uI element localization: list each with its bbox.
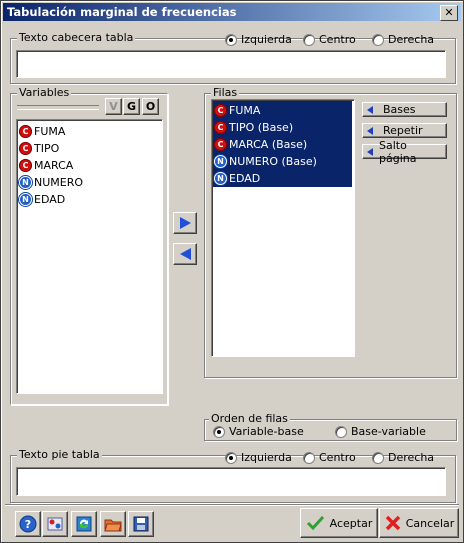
variables-filter-bar (17, 105, 99, 110)
checkmark-icon (306, 515, 324, 531)
arrow-left-icon (179, 248, 191, 260)
window-title: Tabulación marginal de frecuencias (7, 5, 237, 19)
row-order-label: Orden de filas (209, 412, 290, 425)
numeric-icon: N (214, 172, 227, 185)
categorical-icon: C (19, 159, 32, 172)
cross-icon (385, 515, 400, 531)
categorical-icon: C (214, 104, 227, 117)
rows-list[interactable]: C FUMA C TIPO (Base) C MARCA (Base) N NUMERO… (211, 99, 355, 357)
header-text-label: Texto cabecera tabla (17, 31, 136, 44)
save-button[interactable] (128, 511, 154, 537)
arrow-left-small-icon (367, 126, 373, 135)
order-base-variable-radio[interactable]: Base-variable (335, 425, 426, 438)
dialog-window: Tabulación marginal de frecuencias ✕ Tex… (0, 0, 464, 543)
list-item[interactable]: N NUMERO (Base) (214, 153, 317, 170)
radio-dot-icon (372, 451, 384, 464)
refresh-button[interactable] (71, 511, 97, 537)
footer-text-input[interactable] (16, 467, 446, 496)
footer-align-left-radio[interactable]: Izquierda (225, 451, 292, 464)
page-break-button[interactable]: Salto página (362, 139, 447, 165)
accept-button[interactable]: Aceptar (300, 508, 378, 538)
divider (5, 504, 459, 506)
radio-dot-icon (303, 33, 315, 46)
filter-o-button[interactable]: O (142, 98, 159, 115)
list-item[interactable]: C MARCA (19, 157, 73, 174)
radio-dot-icon (335, 425, 347, 438)
accept-label: Aceptar (329, 516, 373, 530)
list-item[interactable]: C TIPO (19, 140, 59, 157)
footer-text-group: Texto pie tabla Izquierda Centro Derecha (10, 448, 456, 503)
add-to-rows-button[interactable] (173, 212, 197, 234)
filter-v-button[interactable]: V (105, 98, 122, 115)
help-icon: ? (19, 515, 37, 533)
settings-icon (47, 517, 63, 531)
rows-label: Filas (211, 86, 240, 99)
repeat-button[interactable]: Repetir (362, 123, 447, 138)
save-icon (133, 516, 149, 532)
open-folder-button[interactable] (100, 511, 126, 537)
numeric-icon: N (214, 155, 227, 168)
list-item[interactable]: C FUMA (19, 123, 65, 140)
cancel-button[interactable]: Cancelar (379, 508, 459, 538)
numeric-icon: N (19, 176, 32, 189)
categorical-icon: C (19, 142, 32, 155)
svg-text:?: ? (25, 518, 31, 531)
radio-dot-icon (225, 33, 237, 46)
radio-dot-icon (213, 425, 225, 438)
title-bar[interactable]: Tabulación marginal de frecuencias ✕ (3, 3, 461, 21)
radio-dot-icon (372, 33, 384, 46)
categorical-icon: C (214, 138, 227, 151)
header-align-left-radio[interactable]: Izquierda (225, 33, 292, 46)
refresh-icon (76, 516, 92, 532)
variables-list[interactable]: C FUMA C TIPO C MARCA N NUMERO N EDAD (16, 119, 163, 394)
radio-dot-icon (303, 451, 315, 464)
list-item[interactable]: C FUMA (214, 102, 260, 119)
filter-g-button[interactable]: G (123, 98, 140, 115)
settings-button[interactable] (42, 511, 68, 537)
rows-group: Filas C FUMA C TIPO (Base) C MARCA (Base) N… (204, 86, 457, 378)
variables-label: Variables (17, 86, 72, 99)
numeric-icon: N (19, 193, 32, 206)
help-button[interactable]: ? (15, 511, 41, 537)
list-item[interactable]: C TIPO (Base) (214, 119, 293, 136)
variables-group: Variables V G O C FUMA C TIPO C MARCA N NUME… (10, 86, 168, 405)
close-button[interactable]: ✕ (440, 5, 458, 21)
radio-dot-icon (225, 451, 237, 464)
list-item[interactable]: N EDAD (19, 191, 65, 208)
arrow-right-icon (179, 217, 191, 229)
list-item[interactable]: N EDAD (214, 170, 260, 187)
bases-button[interactable]: Bases (362, 102, 447, 117)
footer-align-right-radio[interactable]: Derecha (372, 451, 434, 464)
arrow-left-small-icon (367, 105, 373, 114)
header-align-center-radio[interactable]: Centro (303, 33, 356, 46)
footer-align-center-radio[interactable]: Centro (303, 451, 356, 464)
footer-text-label: Texto pie tabla (17, 448, 102, 461)
header-align-right-radio[interactable]: Derecha (372, 33, 434, 46)
cancel-label: Cancelar (405, 516, 455, 530)
list-item[interactable]: N NUMERO (19, 174, 83, 191)
row-order-group: Orden de filas Variable-base Base-variab… (204, 412, 457, 441)
remove-from-rows-button[interactable] (173, 243, 197, 265)
categorical-icon: C (19, 125, 32, 138)
arrow-left-small-icon (367, 147, 373, 156)
order-variable-base-radio[interactable]: Variable-base (213, 425, 304, 438)
categorical-icon: C (214, 121, 227, 134)
list-item[interactable]: C MARCA (Base) (214, 136, 307, 153)
header-text-input[interactable] (16, 50, 446, 78)
header-text-group: Texto cabecera tabla Izquierda Centro De… (10, 31, 456, 84)
open-folder-icon (104, 519, 122, 532)
